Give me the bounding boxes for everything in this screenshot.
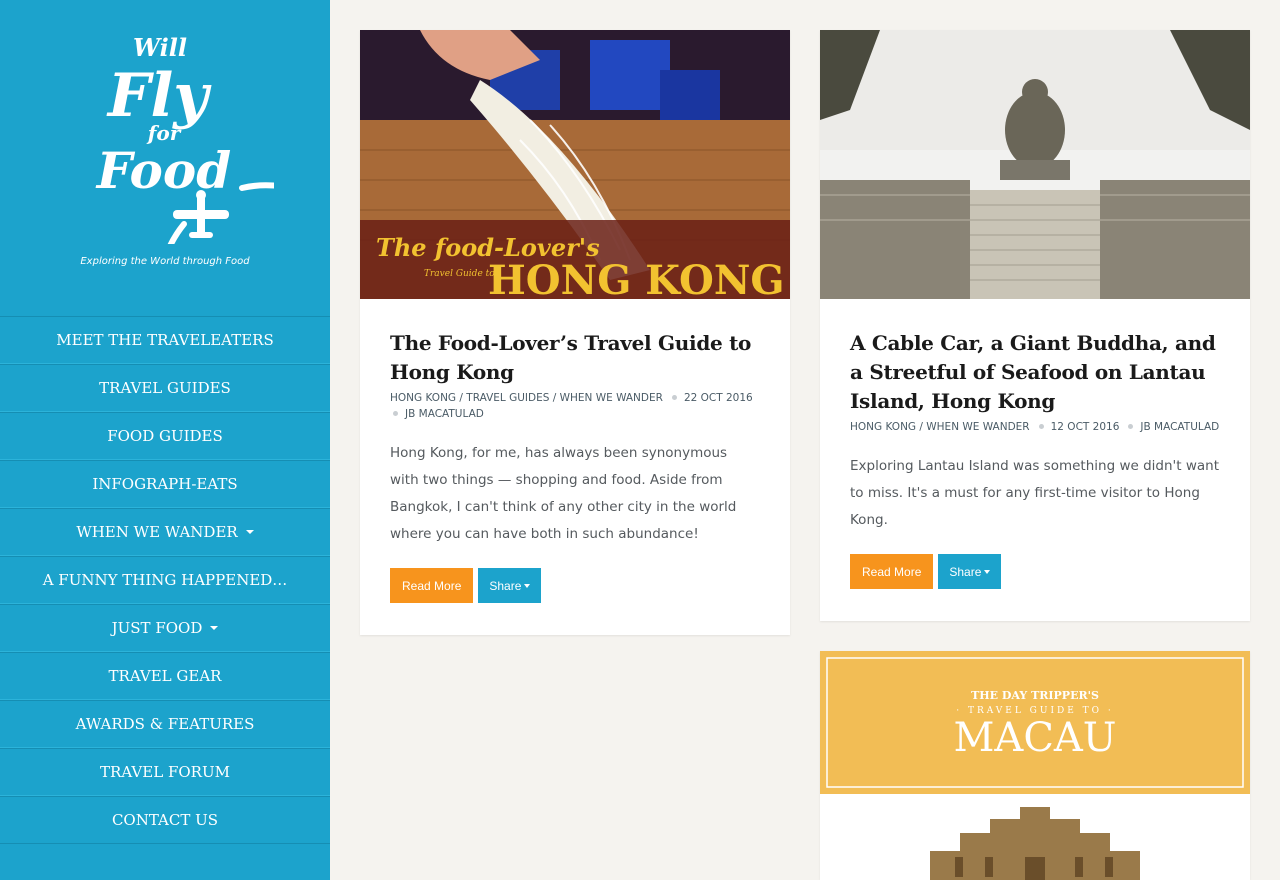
nav-item-travel-guides[interactable]: TRAVEL GUIDES	[0, 364, 330, 412]
post-author[interactable]: JB MACATULAD	[405, 408, 484, 420]
nav-label: AWARDS & FEATURES	[75, 715, 255, 733]
nav-label: A FUNNY THING HAPPENED…	[42, 571, 288, 589]
post-actions: Read More Share	[390, 568, 760, 603]
post-image-big-buddha[interactable]	[820, 30, 1250, 299]
nav-label: WHEN WE WANDER	[76, 523, 238, 541]
image-text-line1: THE DAY TRIPPER'S	[971, 689, 1099, 702]
caret-down-icon	[524, 583, 531, 588]
post-body: The Food-Lover’s Travel Guide to Hong Ko…	[390, 329, 760, 603]
post-meta: HONG KONG / TRAVEL GUIDES / WHEN WE WAND…	[390, 392, 753, 420]
category-link[interactable]: HONG KONG	[390, 392, 456, 404]
post-date[interactable]: 22 OCT 2016	[684, 392, 753, 404]
nav-label: TRAVEL GUIDES	[99, 379, 231, 397]
logo-food: Food	[95, 141, 231, 200]
main-nav: MEET THE TRAVELEATERS TRAVEL GUIDES FOOD…	[0, 316, 330, 844]
site-logo[interactable]: Will Fly for Food	[52, 12, 274, 244]
nav-item-food-guides[interactable]: FOOD GUIDES	[0, 412, 330, 460]
nav-item-just-food[interactable]: JUST FOOD	[0, 604, 330, 652]
post-card: A Cable Car, a Giant Buddha, and a Stree…	[820, 30, 1250, 621]
nav-item-infograph-eats[interactable]: INFOGRAPH-EATS	[0, 460, 330, 508]
post-title[interactable]: The Food-Lover’s Travel Guide to Hong Ko…	[390, 329, 760, 387]
post-body: A Cable Car, a Giant Buddha, and a Stree…	[850, 329, 1220, 589]
post-image-macau[interactable]: THE DAY TRIPPER'S · TRAVEL GUIDE TO · MA…	[820, 651, 1250, 880]
category-link[interactable]: TRAVEL GUIDES	[466, 392, 549, 404]
nav-label: JUST FOOD	[111, 619, 203, 637]
image-text-line3: MACAU	[953, 715, 1116, 761]
post-image-hong-kong-noodles[interactable]: The food-Lover's Travel Guide to HONG KO…	[360, 30, 790, 299]
share-label: Share	[949, 564, 982, 579]
category-link[interactable]: HONG KONG	[850, 421, 916, 433]
post-meta: HONG KONG / WHEN WE WANDER 12 OCT 2016 JB …	[850, 421, 1220, 433]
nav-item-meet-the-traveleaters[interactable]: MEET THE TRAVELEATERS	[0, 316, 330, 364]
nav-label: FOOD GUIDES	[107, 427, 223, 445]
separator-dot	[393, 411, 398, 416]
post-actions: Read More Share	[850, 554, 1220, 589]
category-link[interactable]: WHEN WE WANDER	[926, 421, 1029, 433]
sidebar: Will Fly for Food Exploring the World th…	[0, 0, 330, 880]
image-text-line2: Travel Guide to	[424, 269, 495, 279]
site-tagline: Exploring the World through Food	[80, 256, 250, 267]
nav-item-travel-forum[interactable]: TRAVEL FORUM	[0, 748, 330, 796]
nav-item-contact-us[interactable]: CONTACT US	[0, 796, 330, 844]
nav-label: MEET THE TRAVELEATERS	[56, 331, 274, 349]
logo-will: Will	[133, 33, 187, 62]
post-card: The food-Lover's Travel Guide to HONG KO…	[360, 30, 790, 635]
nav-item-awards-features[interactable]: AWARDS & FEATURES	[0, 700, 330, 748]
nav-label: TRAVEL GEAR	[108, 667, 222, 685]
category-link[interactable]: WHEN WE WANDER	[560, 392, 663, 404]
caret-down-icon	[210, 626, 219, 630]
separator-dot	[1128, 424, 1134, 429]
post-author[interactable]: JB MACATULAD	[1140, 421, 1219, 433]
nav-label: INFOGRAPH-EATS	[92, 475, 238, 493]
nav-label: CONTACT US	[111, 811, 219, 829]
caret-down-icon	[245, 530, 254, 534]
post-excerpt: Exploring Lantau Island was something we…	[850, 458, 1219, 528]
post-card: THE DAY TRIPPER'S · TRAVEL GUIDE TO · MA…	[820, 651, 1250, 880]
nav-item-when-we-wander[interactable]: WHEN WE WANDER	[0, 508, 330, 556]
read-more-button[interactable]: Read More	[390, 568, 474, 603]
post-excerpt: Hong Kong, for me, has always been synon…	[390, 445, 737, 542]
separator-dot	[1038, 424, 1044, 429]
share-button[interactable]: Share	[478, 568, 542, 603]
post-date[interactable]: 12 OCT 2016	[1051, 421, 1120, 433]
separator-dot	[671, 395, 677, 400]
nav-item-travel-gear[interactable]: TRAVEL GEAR	[0, 652, 330, 700]
read-more-button[interactable]: Read More	[850, 554, 934, 589]
post-title[interactable]: A Cable Car, a Giant Buddha, and a Stree…	[850, 329, 1220, 416]
share-button[interactable]: Share	[938, 554, 1002, 589]
nav-item-a-funny-thing-happened[interactable]: A FUNNY THING HAPPENED…	[0, 556, 330, 604]
nav-label: TRAVEL FORUM	[100, 763, 230, 781]
image-text-line3: HONG KONG	[488, 257, 785, 299]
share-label: Share	[489, 578, 522, 593]
caret-down-icon	[984, 569, 991, 574]
